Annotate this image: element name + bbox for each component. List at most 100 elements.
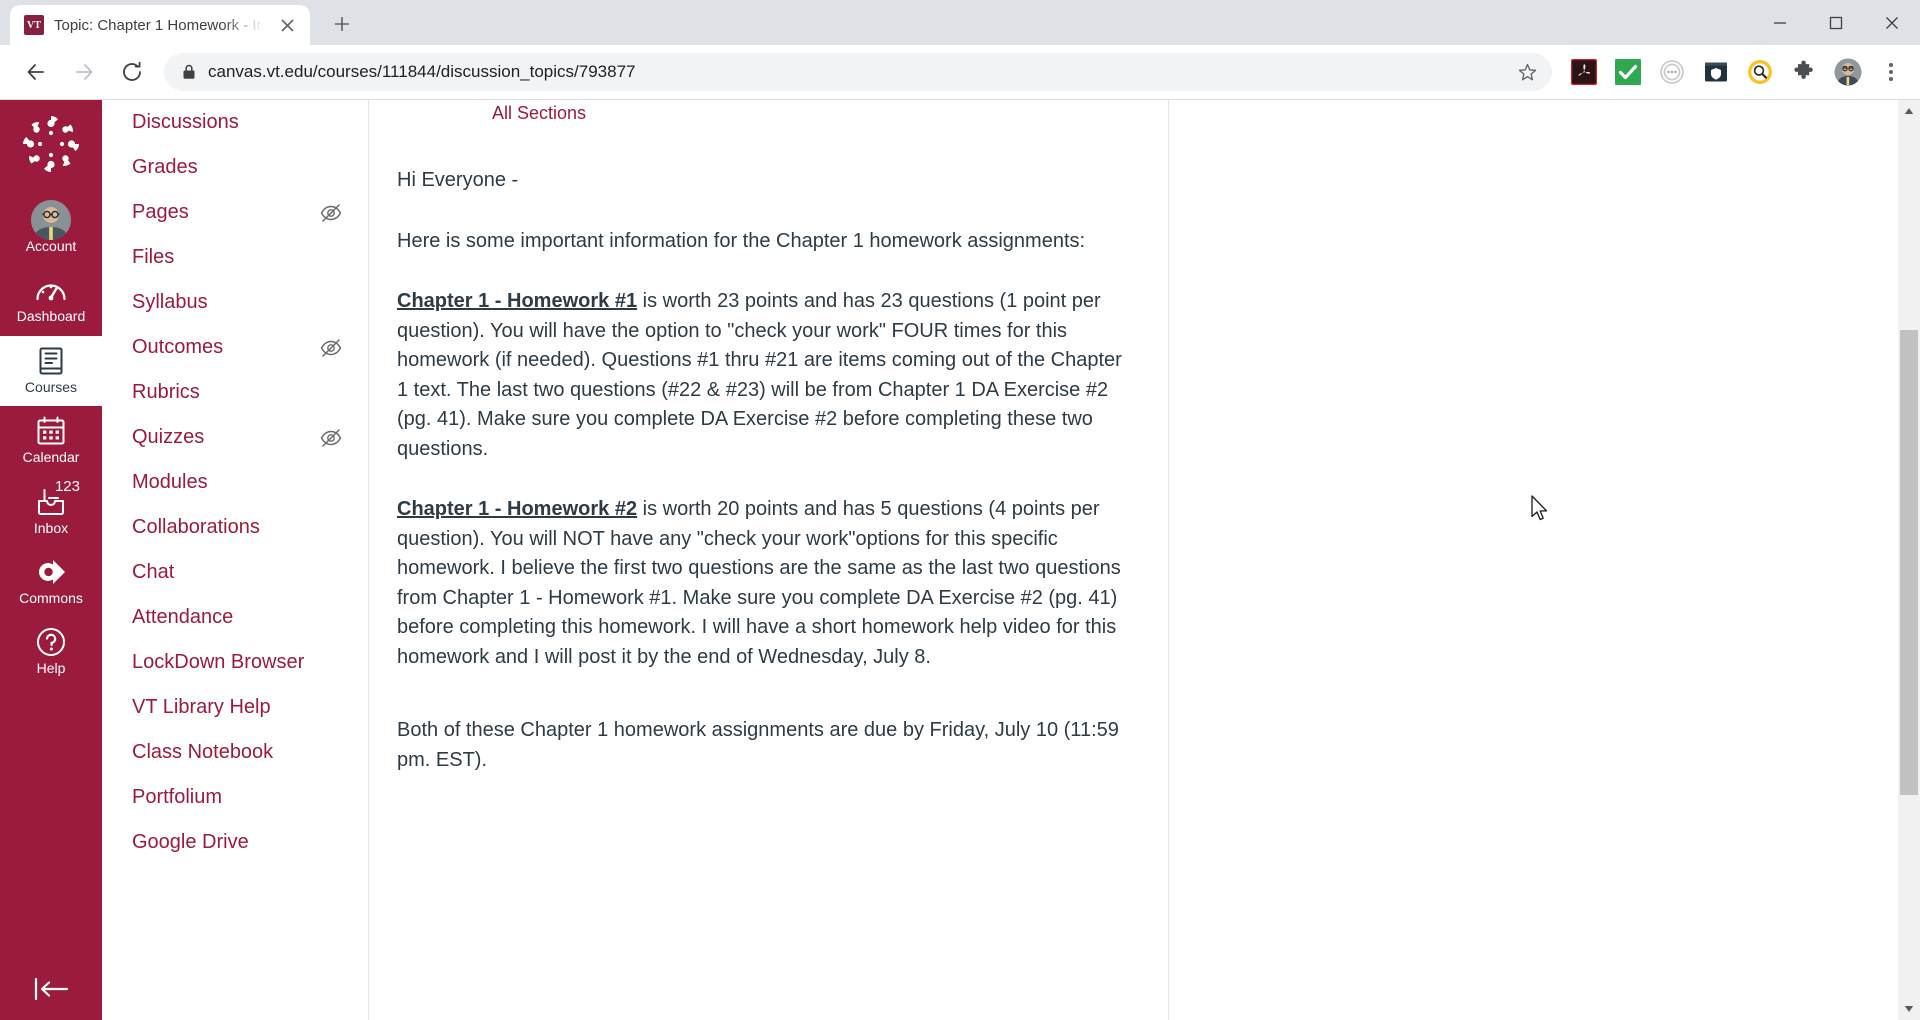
- sidebar-item-account[interactable]: Account: [0, 195, 102, 265]
- course-nav-label: Google Drive: [132, 831, 249, 853]
- homework-2-body: is worth 20 points and has 5 questions (…: [397, 498, 1121, 668]
- collapse-left-arrow-icon[interactable]: [0, 976, 102, 1002]
- course-nav-label: Pages: [132, 201, 189, 223]
- content-right-gutter: [1169, 100, 1898, 1020]
- sidebar-item-grades[interactable]: Grades: [102, 145, 368, 190]
- eye-slash-icon: [320, 428, 342, 447]
- course-nav-label: Modules: [132, 471, 208, 493]
- sidebar-item-courses[interactable]: Courses: [0, 335, 102, 407]
- reload-icon[interactable]: [112, 52, 152, 92]
- course-nav-label: VT Library Help: [132, 696, 271, 718]
- sidebar-item-lockdown-browser[interactable]: LockDown Browser: [102, 640, 368, 685]
- lock-icon: [182, 64, 196, 80]
- sidebar-item-inbox[interactable]: 123 Inbox: [0, 477, 102, 547]
- homework-2-paragraph: Chapter 1 - Homework #2 is worth 20 poin…: [397, 495, 1138, 672]
- course-nav-label: Grades: [132, 156, 198, 178]
- help-question-icon: [36, 626, 66, 658]
- canvas-logo-icon[interactable]: [21, 114, 81, 179]
- sidebar-item-files[interactable]: Files: [102, 235, 368, 280]
- back-arrow-icon[interactable]: [16, 52, 56, 92]
- sidebar-item-calendar[interactable]: Calendar: [0, 406, 102, 476]
- sidebar-item-help[interactable]: Help: [0, 617, 102, 687]
- user-avatar-icon: [31, 200, 71, 240]
- sidebar-item-label: Commons: [19, 589, 83, 606]
- course-nav-label: Rubrics: [132, 381, 200, 403]
- inbox-unread-badge: 123: [54, 477, 80, 495]
- sidebar-item-label: Account: [25, 238, 77, 254]
- magnifier-extension-icon[interactable]: [1743, 55, 1777, 89]
- sidebar-item-google-drive[interactable]: Google Drive: [102, 820, 368, 865]
- sidebar-item-rubrics[interactable]: Rubrics: [102, 370, 368, 415]
- course-nav-label: Collaborations: [132, 516, 260, 538]
- sidebar-item-label: Dashboard: [16, 308, 86, 325]
- sidebar-item-outcomes[interactable]: Outcomes: [102, 325, 368, 370]
- maximize-window-button[interactable]: [1808, 0, 1864, 45]
- eye-slash-icon: [320, 338, 342, 357]
- dashboard-gauge-icon: [35, 274, 67, 306]
- course-nav-label: Files: [132, 246, 175, 268]
- close-window-button[interactable]: [1864, 0, 1920, 45]
- sidebar-item-syllabus[interactable]: Syllabus: [102, 280, 368, 325]
- homework-1-body: is worth 23 points and has 23 questions …: [397, 290, 1122, 460]
- commons-arrow-icon: [35, 556, 67, 588]
- close-icon[interactable]: [274, 12, 300, 38]
- minimize-window-button[interactable]: [1752, 0, 1808, 45]
- star-outline-icon[interactable]: [1510, 55, 1544, 89]
- sidebar-item-attendance[interactable]: Attendance: [102, 595, 368, 640]
- page-scrollbar[interactable]: [1898, 100, 1920, 1020]
- url-text: canvas.vt.edu/courses/111844/discussion_…: [208, 62, 636, 81]
- mouse-cursor: [1530, 495, 1550, 528]
- page-viewport: Account Dashboard Courses Calendar 123 I…: [0, 100, 1920, 1020]
- browser-window: VT Topic: Chapter 1 Homework - Imp canva…: [0, 0, 1920, 1020]
- intro-paragraph: Here is some important information for t…: [397, 229, 1086, 252]
- sidebar-item-label: Help: [36, 660, 66, 677]
- sidebar-item-label: Calendar: [22, 449, 80, 466]
- scroll-up-arrow-icon[interactable]: [1904, 100, 1914, 122]
- scrollbar-track[interactable]: [1898, 122, 1920, 998]
- sidebar-item-portfolium[interactable]: Portfolium: [102, 775, 368, 820]
- course-nav-label: LockDown Browser: [132, 651, 305, 673]
- course-navigation: Discussions Grades Pages Files Syllabus …: [102, 100, 368, 1020]
- scroll-down-arrow-icon[interactable]: [1904, 998, 1914, 1020]
- profile-avatar[interactable]: [1831, 55, 1865, 89]
- course-nav-label: Attendance: [132, 606, 234, 628]
- address-bar[interactable]: canvas.vt.edu/courses/111844/discussion_…: [164, 53, 1552, 91]
- course-nav-label: Discussions: [132, 111, 239, 133]
- tab-title: Topic: Chapter 1 Homework - Imp: [54, 16, 264, 34]
- homework-1-label: Chapter 1 - Homework #1: [397, 290, 638, 312]
- sidebar-item-discussions[interactable]: Discussions: [102, 100, 368, 145]
- window-controls: [1752, 0, 1920, 45]
- puzzle-piece-extensions-icon[interactable]: [1787, 55, 1821, 89]
- course-nav-label: Class Notebook: [132, 741, 274, 763]
- three-dots-menu-icon[interactable]: [1874, 53, 1908, 91]
- sidebar-item-class-notebook[interactable]: Class Notebook: [102, 730, 368, 775]
- courses-book-icon: [37, 345, 65, 377]
- course-nav-label: Portfolium: [132, 786, 223, 808]
- sidebar-item-chat[interactable]: Chat: [102, 550, 368, 595]
- tab-strip: VT Topic: Chapter 1 Homework - Imp: [0, 0, 360, 45]
- forward-arrow-icon[interactable]: [64, 52, 104, 92]
- sidebar-item-modules[interactable]: Modules: [102, 460, 368, 505]
- course-nav-label: Syllabus: [132, 291, 208, 313]
- sidebar-item-collaborations[interactable]: Collaborations: [102, 505, 368, 550]
- new-tab-button[interactable]: [324, 6, 360, 42]
- browser-toolbar: canvas.vt.edu/courses/111844/discussion_…: [0, 45, 1920, 100]
- sidebar-item-vt-library-help[interactable]: VT Library Help: [102, 685, 368, 730]
- sidebar-item-pages[interactable]: Pages: [102, 190, 368, 235]
- homework-2-label: Chapter 1 - Homework #2: [397, 498, 638, 520]
- shield-vault-extension-icon[interactable]: [1699, 55, 1733, 89]
- sidebar-item-dashboard[interactable]: Dashboard: [0, 265, 102, 335]
- sidebar-item-quizzes[interactable]: Quizzes: [102, 415, 368, 460]
- sidebar-item-commons[interactable]: Commons: [0, 547, 102, 617]
- greeting-paragraph: Hi Everyone -: [397, 169, 519, 191]
- scrollbar-thumb[interactable]: [1900, 330, 1918, 795]
- inbox-tray-icon: 123: [36, 478, 80, 518]
- browser-tab[interactable]: VT Topic: Chapter 1 Homework - Imp: [10, 5, 310, 45]
- adobe-acrobat-extension-icon[interactable]: [1567, 55, 1601, 89]
- browser-titlebar: VT Topic: Chapter 1 Homework - Imp: [0, 0, 1920, 45]
- canvas-global-nav: Account Dashboard Courses Calendar 123 I…: [0, 100, 102, 1020]
- checkmark-extension-icon[interactable]: [1611, 55, 1645, 89]
- vt-favicon-icon: VT: [24, 15, 44, 35]
- chat-bubble-extension-icon[interactable]: [1655, 55, 1689, 89]
- homework-1-paragraph: Chapter 1 - Homework #1 is worth 23 poin…: [397, 287, 1138, 464]
